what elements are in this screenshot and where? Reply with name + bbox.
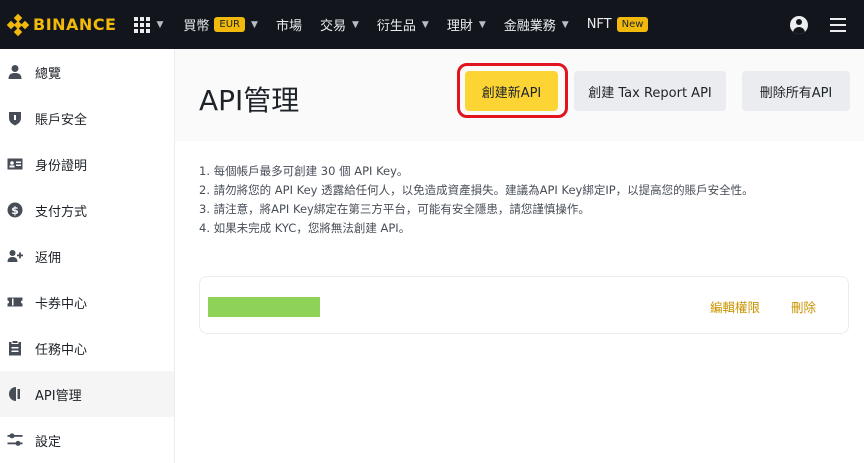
sidebar-item-identification[interactable]: 身份證明 <box>0 141 174 187</box>
sidebar-item-label: 設定 <box>35 434 62 450</box>
nav-nft-label: NFT <box>586 17 612 32</box>
redacted-api-label <box>208 297 320 317</box>
shield-icon <box>7 110 23 126</box>
chevron-down-icon: ▼ <box>478 19 486 30</box>
sidebar: 總覽 賬戶安全 身份證明 $ 支付方式 返佣 卡券中心 任務中心 API管理 設… <box>0 49 175 463</box>
sidebar-item-security[interactable]: 賬戶安全 <box>0 95 174 141</box>
chevron-down-icon: ▼ <box>421 19 429 30</box>
top-nav-bar: BINANCE ▼ 買幣 EUR ▼ 市場 交易 ▼ 衍生品 ▼ 理財 ▼ 金融… <box>0 0 864 49</box>
nav-derivatives[interactable]: 衍生品 ▼ <box>377 15 429 34</box>
sidebar-item-label: 總覽 <box>35 66 62 82</box>
sidebar-item-payment[interactable]: $ 支付方式 <box>0 187 174 233</box>
nav-markets[interactable]: 市場 <box>276 15 302 34</box>
delete-all-api-button[interactable]: 刪除所有API <box>742 71 850 111</box>
sidebar-item-overview[interactable]: 總覽 <box>0 49 174 95</box>
nav-earn-label: 理財 <box>446 19 473 34</box>
chevron-down-icon: ▼ <box>351 19 359 30</box>
sidebar-item-label: 任務中心 <box>35 342 88 358</box>
api-key-card: 編輯權限 刪除 <box>199 276 849 334</box>
clipboard-icon <box>7 340 23 356</box>
sidebar-item-label: 卡券中心 <box>35 296 88 312</box>
delete-api-link[interactable]: 刪除 <box>791 297 816 316</box>
sliders-icon <box>7 432 23 448</box>
nav-derivatives-label: 衍生品 <box>376 19 416 34</box>
hamburger-menu-icon[interactable] <box>830 17 846 32</box>
nav-nft[interactable]: NFT New <box>587 17 649 32</box>
api-icon <box>7 386 23 402</box>
dollar-icon: $ <box>7 202 23 218</box>
id-card-icon <box>7 156 23 172</box>
nav-buy-crypto-label: 買幣 <box>183 19 210 34</box>
api-notes: 1. 每個帳戶最多可創建 30 個 API Key。 2. 請勿將您的 API … <box>199 162 754 238</box>
user-circle-icon[interactable] <box>790 15 808 34</box>
currency-badge: EUR <box>214 17 246 32</box>
new-badge: New <box>616 17 649 32</box>
create-api-button[interactable]: 創建新API <box>465 71 558 111</box>
sidebar-item-label: 返佣 <box>35 250 62 266</box>
sidebar-item-label: 支付方式 <box>35 204 88 220</box>
nav-trade-label: 交易 <box>319 19 346 34</box>
apps-grid-icon <box>134 16 151 33</box>
create-tax-report-api-button[interactable]: 創建 Tax Report API <box>574 71 726 111</box>
edit-permissions-link[interactable]: 編輯權限 <box>710 297 760 316</box>
note-line: 2. 請勿將您的 API Key 透露給任何人，以免造成資產損失。建議為API … <box>199 183 754 197</box>
brand-name: BINANCE <box>33 15 117 34</box>
sidebar-item-settings[interactable]: 設定 <box>0 417 174 463</box>
page-title: API管理 <box>199 84 300 117</box>
note-line: 1. 每個帳戶最多可創建 30 個 API Key。 <box>199 164 409 178</box>
sidebar-item-label: 賬戶安全 <box>35 112 88 128</box>
svg-text:$: $ <box>11 204 19 217</box>
sidebar-item-referral[interactable]: 返佣 <box>0 233 174 279</box>
nav-trade[interactable]: 交易 ▼ <box>320 15 359 34</box>
chevron-down-icon: ▼ <box>561 19 569 30</box>
page-header: API管理 創建新API 創建 Tax Report API 刪除所有API <box>175 49 864 141</box>
add-user-icon <box>7 248 23 264</box>
sidebar-item-label: 身份證明 <box>35 158 88 174</box>
sidebar-item-api-management[interactable]: API管理 <box>0 371 174 417</box>
nav-markets-label: 市場 <box>275 19 302 34</box>
binance-logo[interactable]: BINANCE <box>6 0 117 49</box>
nav-finance[interactable]: 金融業務 ▼ <box>504 15 569 34</box>
person-icon <box>7 64 23 80</box>
nav-finance-label: 金融業務 <box>503 19 556 34</box>
chevron-down-icon: ▼ <box>251 19 258 30</box>
ticket-icon <box>7 294 23 310</box>
chevron-down-icon: ▼ <box>156 19 164 30</box>
sidebar-item-tasks[interactable]: 任務中心 <box>0 325 174 371</box>
note-line: 3. 請注意，將API Key綁定在第三方平台，可能有安全隱患，請您謹慎操作。 <box>199 202 590 216</box>
apps-menu-button[interactable]: ▼ <box>134 16 164 33</box>
nav-earn[interactable]: 理財 ▼ <box>447 15 486 34</box>
nav-buy-crypto[interactable]: 買幣 EUR ▼ <box>183 15 258 34</box>
binance-logo-icon <box>6 13 30 36</box>
sidebar-item-coupon[interactable]: 卡券中心 <box>0 279 174 325</box>
note-line: 4. 如果未完成 KYC，您將無法創建 API。 <box>199 221 411 235</box>
sidebar-item-label: API管理 <box>35 388 82 404</box>
